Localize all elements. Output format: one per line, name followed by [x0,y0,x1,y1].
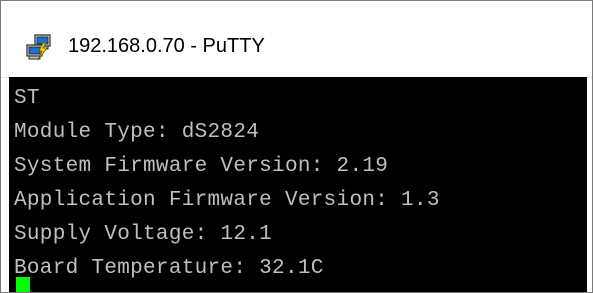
terminal-line: Application Firmware Version: 1.3 [14,189,440,212]
terminal-area[interactable]: ST Module Type: dS2824 System Firmware V… [9,77,587,292]
putty-icon[interactable] [25,34,53,62]
terminal-output: ST Module Type: dS2824 System Firmware V… [14,82,440,286]
terminal-line: Supply Voltage: 12.1 [14,223,273,246]
putty-window: 192.168.0.70 - PuTTY ST Module Type: dS2… [0,0,593,293]
terminal-line: ST [14,87,40,110]
terminal-line: System Firmware Version: 2.19 [14,155,389,178]
terminal-line: Module Type: dS2824 [14,121,260,144]
window-title: 192.168.0.70 - PuTTY [68,35,265,57]
terminal-line: Board Temperature: 32.1C [14,257,324,280]
title-bar[interactable]: 192.168.0.70 - PuTTY [1,1,592,78]
terminal-cursor [16,277,30,292]
